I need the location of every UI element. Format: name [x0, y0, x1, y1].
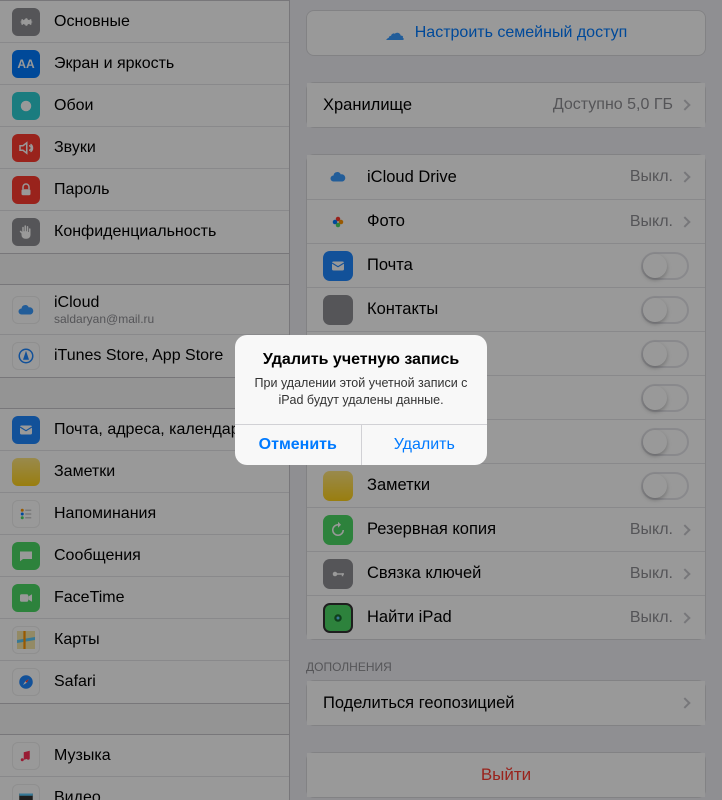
alert-message: При удалении этой учетной записи с iPad …	[235, 371, 487, 425]
cancel-button[interactable]: Отменить	[235, 425, 362, 465]
delete-button[interactable]: Удалить	[362, 425, 488, 465]
alert-title: Удалить учетную запись	[235, 335, 487, 371]
modal-overlay: Удалить учетную запись При удалении этой…	[0, 0, 722, 800]
delete-account-alert: Удалить учетную запись При удалении этой…	[235, 335, 487, 466]
